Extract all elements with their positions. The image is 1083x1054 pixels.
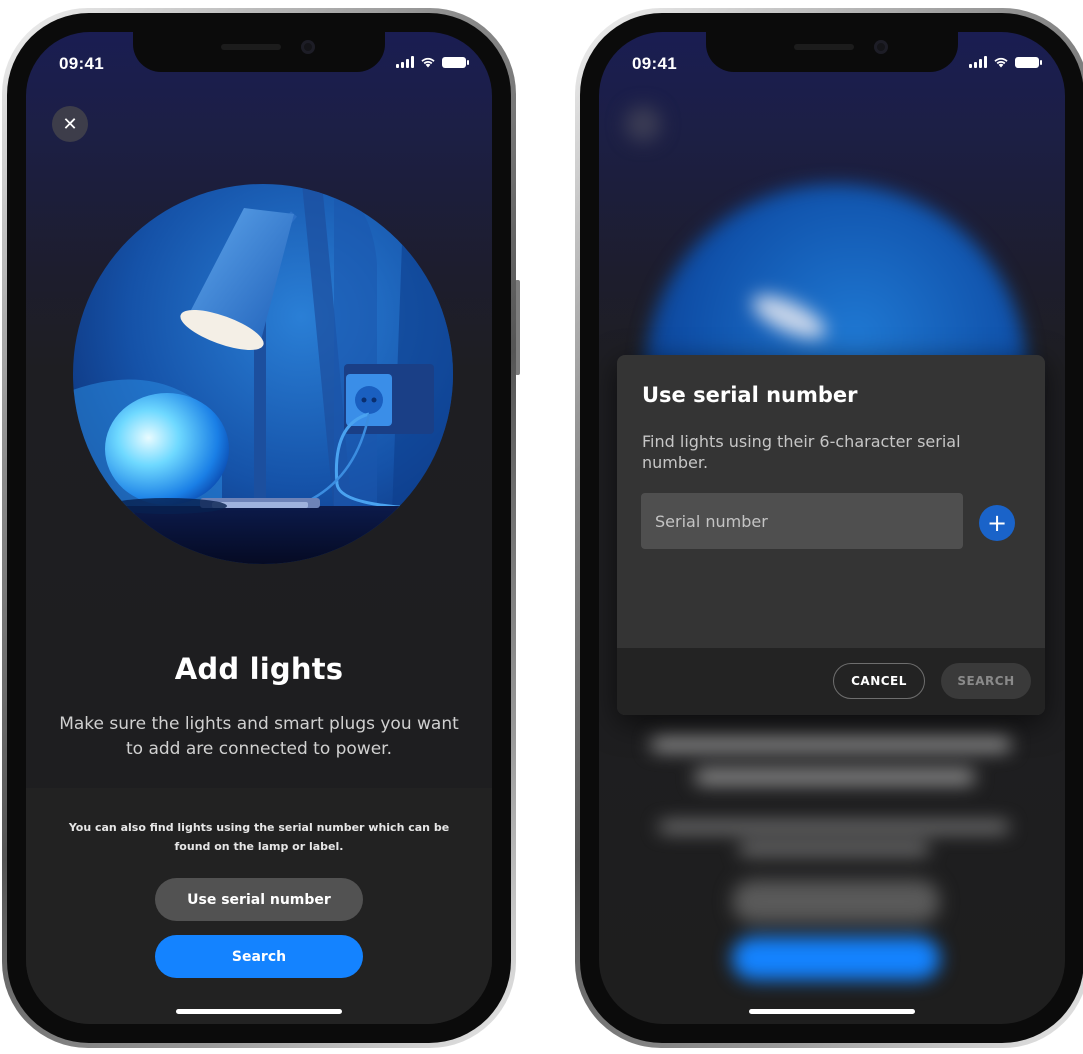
phone-frame-left: 09:41 ✕ Add lights Make sure the lights … [2,8,516,1048]
wifi-icon [994,57,1008,68]
blurred-text-line [651,737,1011,751]
status-time: 09:41 [59,54,104,73]
dialog-footer: CANCEL SEARCH [617,648,1045,715]
serial-number-input[interactable] [641,493,963,549]
front-camera [301,40,315,54]
battery-icon [1015,56,1042,68]
front-camera [874,40,888,54]
search-button[interactable]: Search [155,935,363,978]
add-lights-screen: 09:41 ✕ Add lights Make sure the lights … [26,32,492,1024]
blurred-text-line [739,844,929,854]
phone-frame-right: 09:41 Use serial number Find lights usin [575,8,1083,1048]
page-title: Add lights [174,652,344,686]
speaker-grille [794,44,854,50]
notch [706,32,958,72]
add-serial-button[interactable]: + [979,505,1015,541]
serial-number-screen: 09:41 Use serial number Find lights usin [599,32,1065,1024]
use-serial-number-button[interactable]: Use serial number [155,878,363,921]
blurred-text-line [695,770,975,784]
blurred-close-button [625,106,661,142]
blurred-search-button [732,937,940,980]
home-indicator[interactable] [176,1009,342,1014]
blurred-text-line [659,822,1009,832]
dialog-title: Use serial number [642,383,858,407]
home-indicator[interactable] [749,1009,915,1014]
phone-bezel: 09:41 Use serial number Find lights usin [580,13,1083,1043]
status-icons [396,56,469,68]
status-icons [969,56,1042,68]
cancel-button[interactable]: CANCEL [833,663,925,699]
dialog-search-button[interactable]: SEARCH [941,663,1031,699]
notch [133,32,385,72]
signal-icon [969,56,987,68]
wifi-icon [421,57,435,68]
desk-lamp-illustration [73,184,453,564]
plus-icon: + [986,509,1008,537]
serial-hint-text: You can also find lights using the seria… [68,821,450,853]
close-icon: ✕ [62,113,78,135]
blurred-serial-button [732,880,940,923]
close-button[interactable]: ✕ [52,106,88,142]
dialog-description: Find lights using their 6-character seri… [642,432,961,472]
speaker-grille [221,44,281,50]
battery-icon [442,56,469,68]
bottom-panel: You can also find lights using the seria… [26,788,492,1024]
phone-bezel: 09:41 ✕ Add lights Make sure the lights … [7,13,511,1043]
serial-number-dialog: Use serial number Find lights using thei… [617,355,1045,715]
status-time: 09:41 [632,54,677,73]
signal-icon [396,56,414,68]
page-subtitle: Make sure the lights and smart plugs you… [59,714,459,759]
